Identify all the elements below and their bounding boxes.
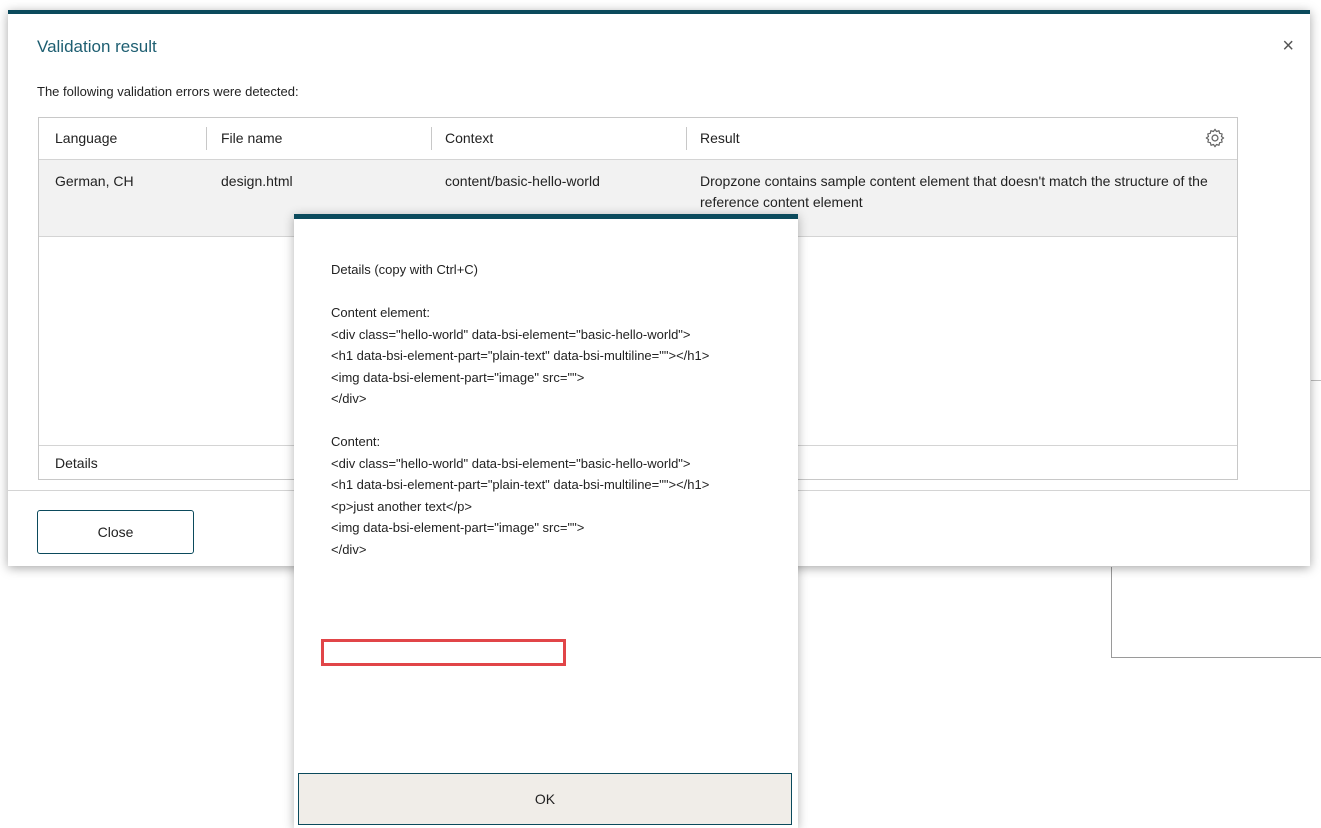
details-label: Details: [55, 455, 98, 471]
column-resize-handle[interactable]: [206, 127, 207, 150]
cell-context: content/basic-hello-world: [445, 173, 600, 189]
ok-button[interactable]: OK: [298, 773, 792, 825]
close-button[interactable]: Close: [37, 510, 194, 554]
column-resize-handle[interactable]: [431, 127, 432, 150]
background-divider: [1311, 380, 1321, 381]
cell-file-name: design.html: [221, 173, 293, 189]
cell-language: German, CH: [55, 173, 134, 189]
cell-result: Dropzone contains sample content element…: [700, 173, 1208, 210]
close-icon[interactable]: ×: [1282, 36, 1294, 56]
column-header-language[interactable]: Language: [55, 130, 117, 146]
details-popup: Details (copy with Ctrl+C) Content eleme…: [294, 214, 798, 828]
background-divider: [1111, 657, 1321, 658]
column-header-result[interactable]: Result: [700, 130, 740, 146]
gear-icon[interactable]: [1204, 127, 1226, 149]
dialog-title: Validation result: [37, 37, 157, 56]
column-header-context[interactable]: Context: [445, 130, 493, 146]
column-resize-handle[interactable]: [686, 127, 687, 150]
details-text[interactable]: Details (copy with Ctrl+C) Content eleme…: [331, 259, 771, 560]
intro-text: The following validation errors were det…: [37, 84, 299, 99]
column-header-file-name[interactable]: File name: [221, 130, 282, 146]
highlight-box: [321, 639, 566, 666]
background-divider: [1111, 567, 1112, 658]
table-header: Language File name Context Result: [39, 118, 1237, 160]
